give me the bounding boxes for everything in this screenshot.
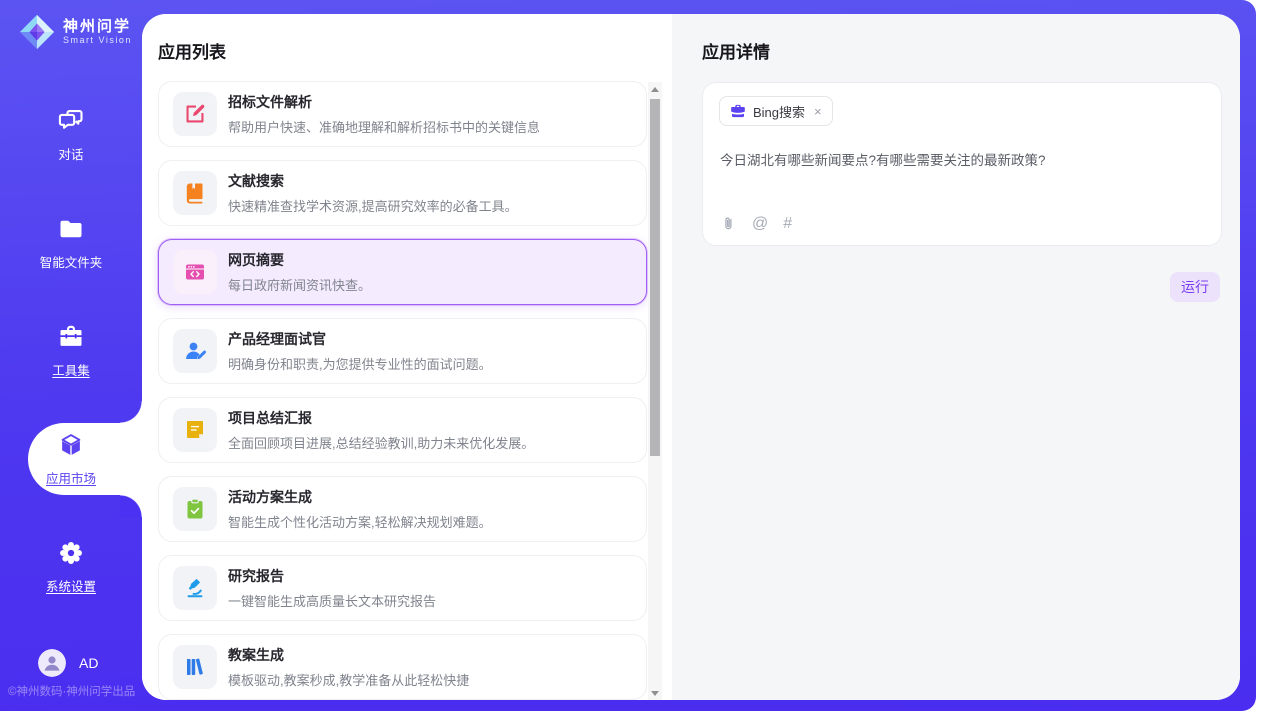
sidebar-item-label: 对话 bbox=[58, 144, 83, 163]
app-description: 智能生成个性化活动方案,轻松解决规划难题。 bbox=[228, 512, 492, 531]
triangle-down-icon bbox=[651, 691, 659, 696]
brand-name: 神州问学 bbox=[63, 18, 132, 35]
scroll-down-button[interactable] bbox=[648, 686, 662, 700]
app-name: 文献搜索 bbox=[228, 171, 518, 191]
attachment-toolbar: @ # bbox=[720, 215, 792, 232]
main-surface: 应用列表 招标文件解析 帮助用户快速、准确地理解和解析招标书中的关键信息 文献搜… bbox=[142, 14, 1240, 700]
sidebar-item-label: 系统设置 bbox=[46, 576, 96, 595]
brand-logo: 神州问学 Smart Vision bbox=[18, 13, 132, 51]
app-card[interactable]: 网页摘要 每日政府新闻资讯快查。 bbox=[158, 239, 647, 305]
app-description: 帮助用户快速、准确地理解和解析招标书中的关键信息 bbox=[228, 117, 540, 136]
plan-icon bbox=[173, 487, 217, 531]
sidebar-item-label: 工具集 bbox=[52, 360, 90, 379]
app-description: 全面回顾项目进展,总结经验教训,助力未来优化发展。 bbox=[228, 433, 534, 452]
app-detail-title: 应用详情 bbox=[702, 38, 770, 63]
scrollbar-thumb[interactable] bbox=[650, 99, 660, 456]
app-name: 项目总结汇报 bbox=[228, 408, 534, 428]
book-icon bbox=[173, 171, 217, 215]
app-card-list: 招标文件解析 帮助用户快速、准确地理解和解析招标书中的关键信息 文献搜索 快速精… bbox=[158, 81, 647, 700]
app-name: 网页摘要 bbox=[228, 250, 371, 270]
at-mention-icon[interactable]: @ bbox=[752, 215, 768, 232]
copyright-text: ©神州数码·神州问学出品 bbox=[8, 683, 135, 699]
sidebar-item-label: 应用市场 bbox=[46, 468, 96, 487]
app-detail-panel: 应用详情 Bing搜索 × 今日湖北有哪些新闻要点?有哪些需要关注的最新政策? bbox=[672, 14, 1240, 700]
briefcase-icon bbox=[730, 103, 746, 119]
sidebar: 神州问学 Smart Vision 对话 智能文件夹 工具集 应用市场 系统设置 bbox=[0, 0, 142, 711]
sidebar-item-chat[interactable]: 对话 bbox=[0, 81, 142, 189]
app-card[interactable]: 教案生成 模板驱动,教案秒成,教学准备从此轻松快捷 bbox=[158, 634, 647, 700]
toolbox-icon bbox=[57, 323, 85, 351]
app-list-panel: 应用列表 招标文件解析 帮助用户快速、准确地理解和解析招标书中的关键信息 文献搜… bbox=[142, 14, 672, 700]
app-name: 活动方案生成 bbox=[228, 487, 492, 507]
app-description: 快速精准查找学术资源,提高研究效率的必备工具。 bbox=[228, 196, 518, 215]
sidebar-item-app-market[interactable]: 应用市场 bbox=[0, 405, 142, 513]
user-initials: AD bbox=[79, 655, 98, 671]
hash-variable-icon[interactable]: # bbox=[783, 215, 792, 232]
sidebar-item-settings[interactable]: 系统设置 bbox=[0, 513, 142, 621]
app-card[interactable]: 活动方案生成 智能生成个性化活动方案,轻松解决规划难题。 bbox=[158, 476, 647, 542]
app-card[interactable]: 招标文件解析 帮助用户快速、准确地理解和解析招标书中的关键信息 bbox=[158, 81, 647, 147]
paperclip-icon[interactable] bbox=[720, 215, 737, 232]
app-card[interactable]: 文献搜索 快速精准查找学术资源,提高研究效率的必备工具。 bbox=[158, 160, 647, 226]
edit-icon bbox=[173, 92, 217, 136]
run-button[interactable]: 运行 bbox=[1170, 272, 1220, 302]
app-description: 每日政府新闻资讯快查。 bbox=[228, 275, 371, 294]
avatar bbox=[38, 649, 66, 677]
app-name: 研究报告 bbox=[228, 566, 436, 586]
note-icon bbox=[173, 408, 217, 452]
app-name: 产品经理面试官 bbox=[228, 329, 492, 349]
app-card[interactable]: 产品经理面试官 明确身份和职责,为您提供专业性的面试问题。 bbox=[158, 318, 647, 384]
brand-text: 神州问学 Smart Vision bbox=[63, 18, 132, 46]
sidebar-nav: 对话 智能文件夹 工具集 应用市场 系统设置 bbox=[0, 81, 142, 621]
prompt-text[interactable]: 今日湖北有哪些新闻要点?有哪些需要关注的最新政策? bbox=[720, 151, 1206, 170]
app-description: 一键智能生成高质量长文本研究报告 bbox=[228, 591, 436, 610]
triangle-up-icon bbox=[651, 87, 659, 92]
app-card[interactable]: 研究报告 一键智能生成高质量长文本研究报告 bbox=[158, 555, 647, 621]
gem-logo-icon bbox=[18, 13, 56, 51]
tool-tag-bing-search[interactable]: Bing搜索 × bbox=[719, 96, 833, 126]
user-chip[interactable]: AD bbox=[38, 649, 98, 677]
app-list-title: 应用列表 bbox=[158, 38, 226, 63]
report-icon bbox=[173, 566, 217, 610]
app-name: 招标文件解析 bbox=[228, 92, 540, 112]
sidebar-item-toolset[interactable]: 工具集 bbox=[0, 297, 142, 405]
web-icon bbox=[173, 250, 217, 294]
tag-close-icon[interactable]: × bbox=[814, 104, 822, 119]
tool-tag-label: Bing搜索 bbox=[753, 102, 805, 121]
gear-icon bbox=[57, 539, 85, 567]
bubble-curve-top bbox=[120, 401, 142, 423]
app-description: 明确身份和职责,为您提供专业性的面试问题。 bbox=[228, 354, 492, 373]
interview-icon bbox=[173, 329, 217, 373]
lesson-icon bbox=[173, 645, 217, 689]
sidebar-item-label: 智能文件夹 bbox=[40, 252, 103, 271]
app-frame: 神州问学 Smart Vision 对话 智能文件夹 工具集 应用市场 系统设置 bbox=[0, 0, 1256, 711]
chat-icon bbox=[57, 107, 85, 135]
scroll-up-button[interactable] bbox=[648, 82, 662, 96]
app-description: 模板驱动,教案秒成,教学准备从此轻松快捷 bbox=[228, 670, 469, 689]
list-scrollbar[interactable] bbox=[648, 82, 662, 700]
cube-icon bbox=[57, 431, 85, 459]
app-card[interactable]: 项目总结汇报 全面回顾项目进展,总结经验教训,助力未来优化发展。 bbox=[158, 397, 647, 463]
app-name: 教案生成 bbox=[228, 645, 469, 665]
sidebar-item-smart-folder[interactable]: 智能文件夹 bbox=[0, 189, 142, 297]
prompt-card[interactable]: Bing搜索 × 今日湖北有哪些新闻要点?有哪些需要关注的最新政策? @ # bbox=[702, 82, 1222, 246]
folder-icon bbox=[57, 215, 85, 243]
brand-subtitle: Smart Vision bbox=[63, 35, 132, 46]
